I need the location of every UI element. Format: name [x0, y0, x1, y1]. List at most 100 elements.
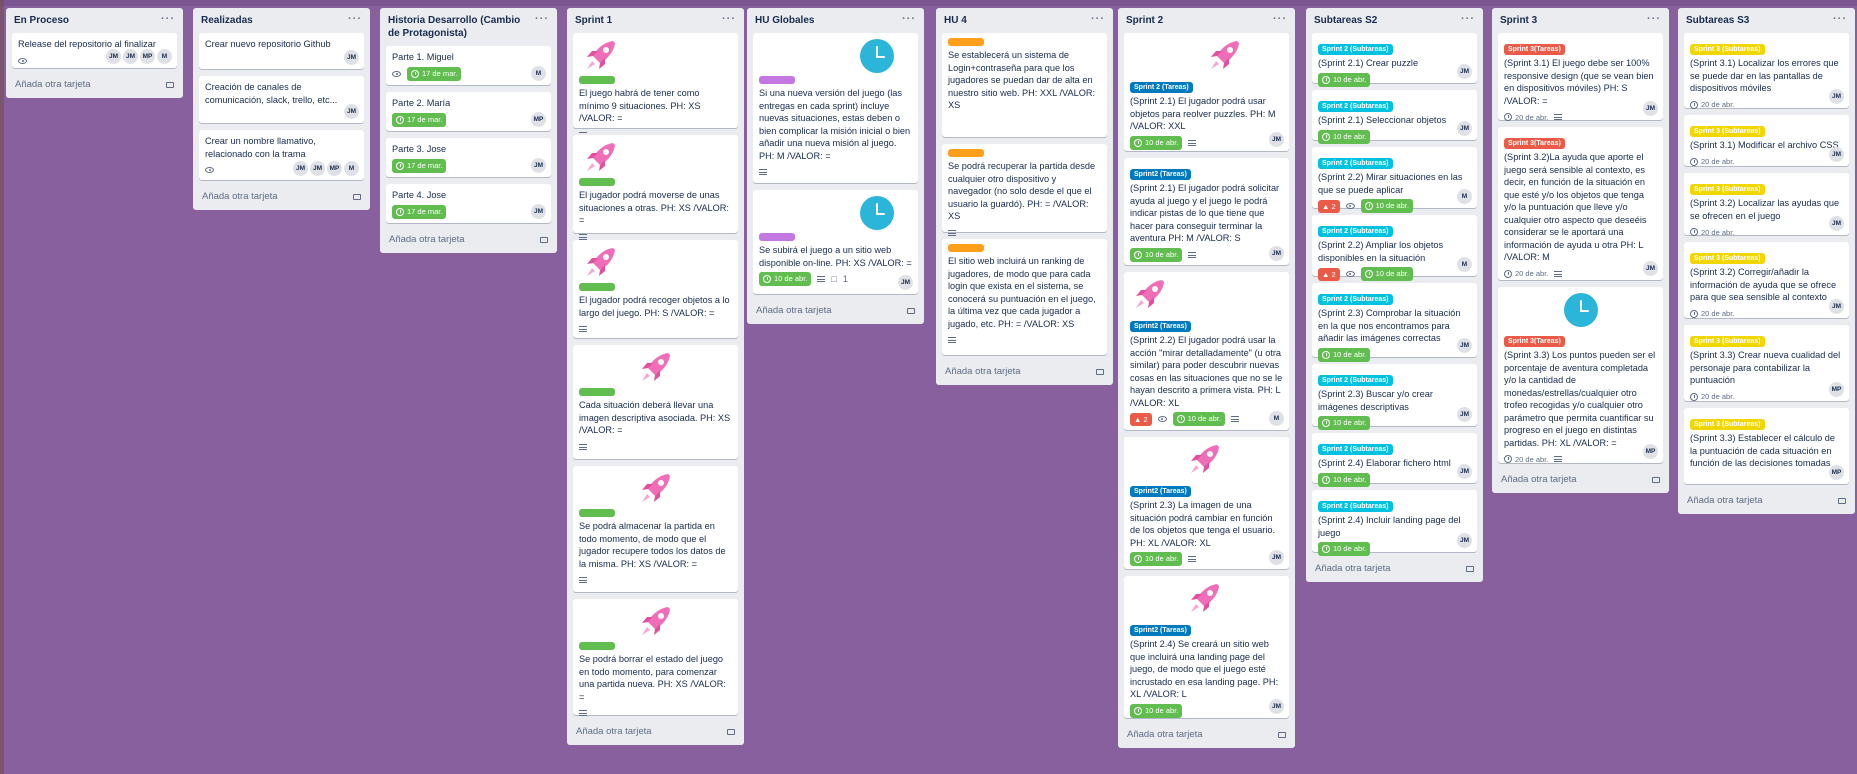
- list-menu-icon[interactable]: ···: [535, 14, 549, 25]
- avatar[interactable]: MP: [1643, 444, 1658, 459]
- label-sprint2-subtareas[interactable]: Sprint 2 (Subtareas): [1318, 101, 1393, 112]
- add-card-button[interactable]: Añada otra tarjeta: [12, 75, 177, 92]
- label-green[interactable]: [579, 509, 615, 517]
- avatar[interactable]: JM: [531, 204, 546, 219]
- card[interactable]: Si una nueva versión del juego (las entr…: [753, 33, 918, 183]
- card[interactable]: Sprint 2 (Tareas) (Sprint 2.1) El jugado…: [1124, 33, 1289, 151]
- add-card-button[interactable]: Añada otra tarjeta: [386, 230, 551, 247]
- card[interactable]: Parte 1. Miguel 17 de mar. M: [386, 46, 551, 85]
- avatar[interactable]: MP: [140, 49, 155, 64]
- avatar[interactable]: JM: [1829, 216, 1844, 231]
- avatar[interactable]: JM: [1643, 101, 1658, 116]
- card[interactable]: Sprint 3(Tareas) (Sprint 3.1) El juego d…: [1498, 33, 1663, 122]
- due-date-badge[interactable]: 20 de abr.: [1690, 157, 1734, 166]
- label-sprint2-tareas[interactable]: Sprint 2 (Tareas): [1130, 82, 1193, 93]
- template-icon[interactable]: [540, 236, 548, 243]
- avatar[interactable]: M: [1457, 189, 1472, 204]
- list-title[interactable]: HU Globales: [755, 14, 814, 27]
- card[interactable]: Sprint 3(Tareas) (Sprint 3.2)La ayuda qu…: [1498, 127, 1663, 280]
- label-purple[interactable]: [759, 76, 795, 84]
- template-icon[interactable]: [353, 193, 361, 200]
- avatar[interactable]: M: [157, 49, 172, 64]
- due-date-badge[interactable]: 20 de abr.: [1690, 228, 1734, 237]
- label-sprint2-subtareas[interactable]: Sprint 2 (Subtareas): [1318, 444, 1393, 455]
- list-title[interactable]: En Proceso: [14, 14, 69, 27]
- card[interactable]: Sprint 3(Tareas) (Sprint 3.3) Los puntos…: [1498, 287, 1663, 464]
- card[interactable]: Sprint2 (Tareas) (Sprint 2.3) La imagen …: [1124, 437, 1289, 569]
- list-menu-icon[interactable]: ···: [902, 14, 916, 25]
- avatar[interactable]: JM: [344, 104, 359, 119]
- label-sprint2-subtareas[interactable]: Sprint 2 (Subtareas): [1318, 501, 1393, 512]
- add-card-button[interactable]: Añada otra tarjeta: [753, 301, 918, 318]
- label-sprint3-tareas[interactable]: Sprint 3(Tareas): [1504, 138, 1565, 149]
- card[interactable]: Sprint 2 (Subtareas) (Sprint 2.1) Selecc…: [1312, 90, 1477, 144]
- list-title[interactable]: Realizadas: [201, 14, 253, 27]
- label-sprint3-subtareas[interactable]: Sprint 3 (Subtareas): [1690, 336, 1765, 347]
- due-date-badge[interactable]: 17 de mar.: [392, 204, 447, 219]
- card[interactable]: Sprint 3 (Subtareas) (Sprint 3.3) Establ…: [1684, 408, 1849, 484]
- card[interactable]: El sitio web incluirá un ranking de juga…: [942, 239, 1107, 355]
- list-title[interactable]: Subtareas S3: [1686, 14, 1749, 27]
- due-date-badge[interactable]: 20 de abr.: [1690, 309, 1734, 318]
- add-card-button[interactable]: Añada otra tarjeta: [199, 187, 364, 204]
- due-date-badge[interactable]: 10 de abr.: [1130, 552, 1183, 566]
- avatar[interactable]: JM: [898, 275, 913, 290]
- avatar[interactable]: JM: [1829, 89, 1844, 104]
- list-title[interactable]: Historia Desarrollo (Cambio de Protagoni…: [388, 14, 528, 40]
- avatar[interactable]: MP: [1829, 382, 1844, 397]
- avatar[interactable]: JM: [1457, 64, 1472, 79]
- card[interactable]: Sprint 3 (Subtareas) (Sprint 3.2) Correg…: [1684, 242, 1849, 318]
- avatar[interactable]: JM: [1269, 246, 1284, 261]
- avatar[interactable]: JM: [1643, 261, 1658, 276]
- label-sprint2-tareas[interactable]: Sprint2 (Tareas): [1130, 625, 1191, 636]
- due-date-badge[interactable]: 10 de abr.: [1360, 267, 1413, 281]
- label-sprint2-subtareas[interactable]: Sprint 2 (Subtareas): [1318, 44, 1393, 55]
- add-card-button[interactable]: Añada otra tarjeta: [1684, 491, 1849, 508]
- list-title[interactable]: HU 4: [944, 14, 967, 27]
- card[interactable]: Sprint 2 (Subtareas) (Sprint 2.3) Buscar…: [1312, 364, 1477, 430]
- avatar[interactable]: JM: [1829, 299, 1844, 314]
- due-date-badge[interactable]: 20 de abr.: [1504, 113, 1548, 122]
- list-menu-icon[interactable]: ···: [161, 14, 175, 25]
- card[interactable]: El juego habrá de tener como mínimo 9 si…: [573, 33, 738, 138]
- list-menu-icon[interactable]: ···: [348, 14, 362, 25]
- list-menu-icon[interactable]: ···: [1833, 14, 1847, 25]
- due-date-badge[interactable]: 10 de abr.: [1318, 472, 1371, 487]
- card[interactable]: Sprint 2 (Subtareas) (Sprint 2.4) Inclui…: [1312, 490, 1477, 556]
- avatar[interactable]: M: [531, 66, 546, 81]
- add-card-button[interactable]: Añada otra tarjeta: [1312, 559, 1477, 576]
- card[interactable]: Sprint 3 (Subtareas) (Sprint 3.1) Locali…: [1684, 33, 1849, 109]
- avatar[interactable]: MP: [1829, 465, 1844, 480]
- due-date-badge[interactable]: 10 de abr.: [1318, 542, 1371, 556]
- list-menu-icon[interactable]: ···: [1091, 14, 1105, 25]
- card[interactable]: Creación de canales de comunicación, sla…: [199, 76, 364, 123]
- due-date-badge[interactable]: 10 de abr.: [1130, 247, 1183, 262]
- avatar[interactable]: JM: [1457, 407, 1472, 422]
- label-sprint3-subtareas[interactable]: Sprint 3 (Subtareas): [1690, 419, 1765, 430]
- due-date-badge[interactable]: 10 de abr.: [759, 272, 812, 286]
- card[interactable]: Sprint 2 (Subtareas) (Sprint 2.3) Compro…: [1312, 283, 1477, 362]
- card[interactable]: Sprint 3 (Subtareas) (Sprint 3.2) Locali…: [1684, 173, 1849, 237]
- avatar[interactable]: MP: [531, 112, 546, 127]
- label-sprint2-subtareas[interactable]: Sprint 2 (Subtareas): [1318, 375, 1393, 386]
- avatar[interactable]: M: [344, 161, 359, 176]
- notification-badge[interactable]: ▲ 2: [1130, 412, 1152, 426]
- card[interactable]: Sprint 2 (Subtareas) (Sprint 2.1) Crear …: [1312, 33, 1477, 87]
- label-orange[interactable]: [948, 244, 984, 252]
- label-sprint2-tareas[interactable]: Sprint2 (Tareas): [1130, 169, 1191, 180]
- due-date-badge[interactable]: 10 de abr.: [1172, 412, 1225, 426]
- template-icon[interactable]: [166, 81, 174, 88]
- due-date-badge[interactable]: 20 de abr.: [1690, 100, 1734, 109]
- list-menu-icon[interactable]: ···: [1647, 14, 1661, 25]
- template-icon[interactable]: [1466, 565, 1474, 572]
- due-date-badge[interactable]: 10 de abr.: [1318, 416, 1371, 430]
- card[interactable]: Sprint 2 (Subtareas) (Sprint 2.4) Elabor…: [1312, 433, 1477, 487]
- card[interactable]: Release del repositorio al finalizar JM …: [12, 33, 177, 68]
- avatar[interactable]: JM: [1829, 147, 1844, 162]
- due-date-badge[interactable]: 10 de abr.: [1318, 129, 1371, 144]
- label-orange[interactable]: [948, 38, 984, 46]
- avatar[interactable]: JM: [531, 158, 546, 173]
- due-date-badge[interactable]: 17 de mar.: [392, 112, 447, 127]
- card[interactable]: Se establecerá un sistema de Login+contr…: [942, 33, 1107, 137]
- template-icon[interactable]: [907, 307, 915, 314]
